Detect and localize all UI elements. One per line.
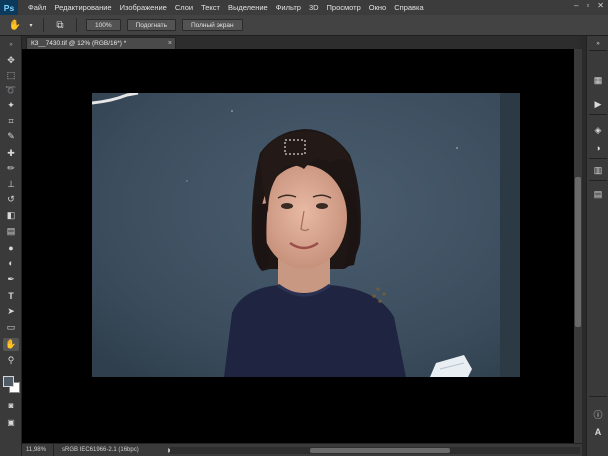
lasso-icon[interactable]: ➰ (3, 84, 19, 97)
options-bar: ✋ ▾ ⧉ 100% Подогнать Полный экран (0, 15, 608, 36)
vertical-scrollbar[interactable] (574, 49, 582, 443)
panel-dock: » ▦ ▶ ◈ ◑ ▥ ✿ ▤ ⓘ A (586, 36, 608, 456)
color-profile-info: sRGB IEC61966-2.1 (16bpc) (62, 447, 139, 453)
tools-panel: » ✥ ⬚ ➰ ✦ ⌗ ✎ ✚ ✏ ⊥ ↺ ◧ ▤ ● ◐ ✒ T ➤ ▭ ✋ … (0, 36, 22, 456)
foreground-color-swatch[interactable] (3, 376, 14, 387)
hand-tool-preset-icon[interactable]: ✋ (8, 18, 22, 32)
eraser-icon[interactable]: ◧ (3, 209, 19, 222)
blur-icon[interactable]: ● (3, 241, 19, 254)
menu-filter[interactable]: Фильтр (272, 3, 305, 12)
color-swatches (3, 376, 21, 394)
horizontal-scrollbar-thumb[interactable] (310, 448, 450, 453)
document-image[interactable] (92, 93, 520, 377)
eyedropper-icon[interactable]: ✎ (3, 130, 19, 143)
zoom-level[interactable]: 11,98% (22, 443, 54, 456)
document-tab[interactable]: К3__7430.tif @ 12% (RGB/16*) * × (26, 37, 176, 49)
menu-layers[interactable]: Слои (171, 3, 197, 12)
document-tab-bar: К3__7430.tif @ 12% (RGB/16*) * × (22, 36, 578, 49)
menu-image[interactable]: Изображение (116, 3, 171, 12)
marquee-icon[interactable]: ⬚ (3, 69, 19, 82)
zoom-icon[interactable]: ⚲ (3, 354, 19, 367)
restore-button[interactable]: ▫ (586, 1, 589, 10)
history-panel-icon[interactable]: ▦ (591, 74, 605, 86)
magic-wand-icon[interactable]: ✦ (3, 99, 19, 112)
character-panel-icon[interactable]: A (591, 426, 605, 438)
menu-3d[interactable]: 3D (305, 3, 323, 12)
close-button[interactable]: ✕ (597, 1, 604, 10)
menu-file[interactable]: Файл (24, 3, 50, 12)
dock-separator (589, 396, 607, 397)
dock-separator (589, 158, 607, 159)
crop-icon[interactable]: ⌗ (3, 115, 19, 128)
options-divider (76, 18, 77, 32)
chevron-down-icon[interactable]: ▾ (28, 18, 34, 32)
photoshop-window: Ps Файл Редактирование Изображение Слои … (0, 0, 608, 456)
dock-separator (589, 114, 607, 115)
zoom-100-button[interactable]: 100% (86, 19, 121, 31)
actions-panel-icon[interactable]: ▶ (591, 98, 605, 110)
info-panel-icon[interactable]: ⓘ (591, 408, 605, 420)
photoshop-logo: Ps (0, 0, 18, 15)
vertical-scrollbar-thumb[interactable] (575, 177, 581, 327)
type-icon[interactable]: T (3, 289, 19, 302)
screen-mode-icon[interactable]: ▣ (3, 416, 19, 429)
window-controls: – ▫ ✕ (574, 1, 604, 10)
path-selection-icon[interactable]: ➤ (3, 305, 19, 318)
menu-select[interactable]: Выделение (224, 3, 272, 12)
collapse-tools-icon[interactable]: » (3, 38, 19, 51)
fit-screen-button[interactable]: Подогнать (126, 19, 176, 31)
horizontal-scrollbar[interactable] (170, 447, 580, 454)
menu-window[interactable]: Окно (365, 3, 390, 12)
menu-edit[interactable]: Редактирование (50, 3, 115, 12)
gradient-icon[interactable]: ▤ (3, 225, 19, 238)
collapse-icon[interactable]: » (591, 38, 605, 50)
dock-separator (589, 50, 607, 51)
options-divider (43, 18, 44, 32)
full-screen-button[interactable]: Полный экран (181, 19, 243, 31)
portrait-photo (92, 93, 520, 377)
close-tab-icon[interactable]: × (168, 40, 172, 47)
document-tab-title: К3__7430.tif @ 12% (RGB/16*) * (31, 40, 127, 47)
hand-icon[interactable]: ✋ (3, 338, 19, 351)
rectangle-icon[interactable]: ▭ (3, 321, 19, 334)
menu-view[interactable]: Просмотр (323, 3, 365, 12)
scroll-all-windows-icon[interactable]: ⧉ (53, 18, 67, 32)
canvas-area[interactable] (22, 49, 574, 443)
adjustments-panel-icon[interactable]: ◑ (591, 142, 605, 154)
quick-mask-icon[interactable]: ◙ (3, 399, 19, 412)
healing-brush-icon[interactable]: ✚ (3, 147, 19, 160)
histogram-panel-icon[interactable]: ▥ (591, 164, 605, 176)
dock-separator (589, 180, 607, 181)
brush-icon[interactable]: ✏ (3, 162, 19, 175)
move-icon[interactable]: ✥ (3, 54, 19, 67)
history-brush-icon[interactable]: ↺ (3, 193, 19, 206)
layers-panel-icon[interactable]: ◈ (591, 124, 605, 136)
menu-type[interactable]: Текст (197, 3, 224, 12)
menu-items: Файл Редактирование Изображение Слои Тек… (24, 3, 428, 12)
minimize-button[interactable]: – (574, 1, 578, 10)
dodge-icon[interactable]: ◐ (3, 256, 19, 269)
status-bar: 11,98% sRGB IEC61966-2.1 (16bpc) ▶ (22, 443, 582, 456)
clone-stamp-icon[interactable]: ⊥ (3, 178, 19, 191)
swatches-panel-icon[interactable]: ▤ (591, 188, 605, 200)
pen-icon[interactable]: ✒ (3, 273, 19, 286)
menu-bar: Ps Файл Редактирование Изображение Слои … (0, 0, 608, 15)
menu-help[interactable]: Справка (390, 3, 427, 12)
